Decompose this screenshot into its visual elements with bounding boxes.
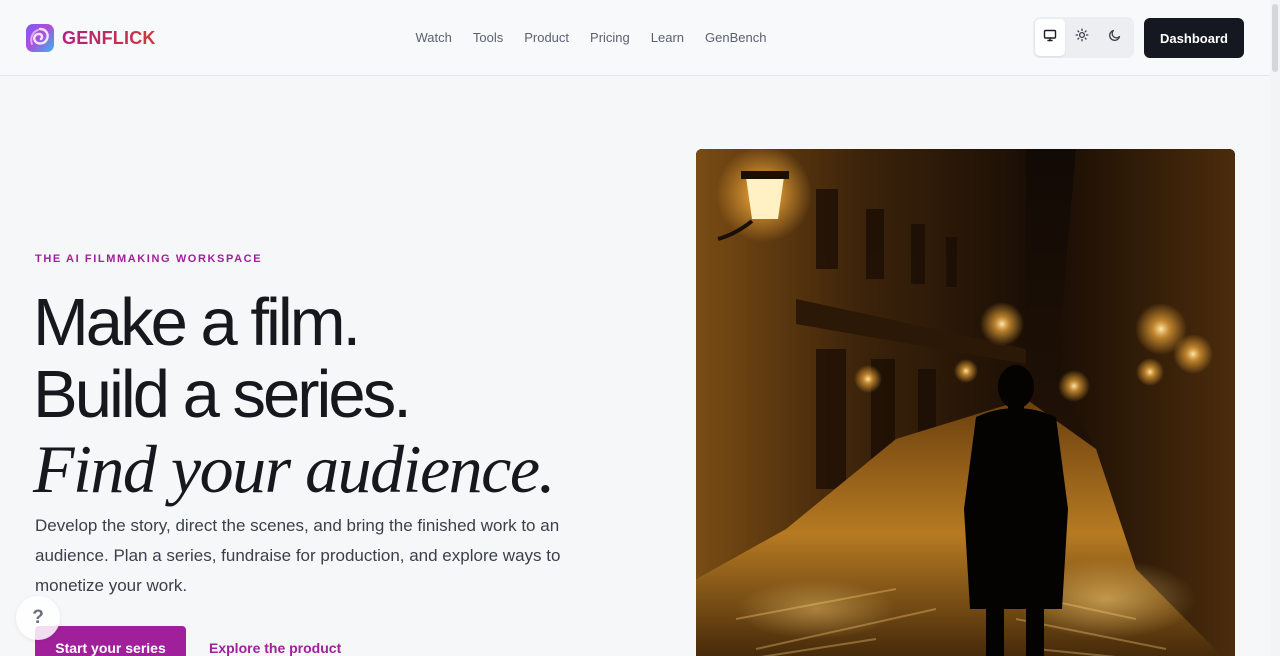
nav-link-learn[interactable]: Learn	[640, 29, 694, 46]
site-header: GENFLICK Watch Tools Product Pricing Lea…	[0, 0, 1280, 76]
start-series-button[interactable]: Start your series	[35, 626, 186, 656]
sun-icon	[1075, 28, 1089, 47]
hero-eyebrow: THE AI FILMMAKING WORKSPACE	[35, 253, 263, 265]
hero-headline: Make a film. Build a series. Find your a…	[33, 285, 556, 509]
explore-product-link[interactable]: Explore the product	[209, 640, 341, 656]
headline-line-2: Build a series.	[33, 357, 412, 432]
nav-link-product[interactable]: Product	[514, 29, 580, 46]
theme-system-button[interactable]	[1035, 19, 1066, 56]
monitor-icon	[1043, 28, 1057, 47]
nav-link-tools[interactable]: Tools	[462, 29, 513, 46]
theme-toggle	[1033, 17, 1134, 58]
nav-link-genbench[interactable]: GenBench	[695, 29, 777, 46]
nav-link-pricing[interactable]: Pricing	[580, 29, 641, 46]
page-scrollbar[interactable]	[1270, 0, 1280, 656]
main-nav: Watch Tools Product Pricing Learn GenBen…	[405, 29, 777, 46]
dashboard-button[interactable]: Dashboard	[1144, 18, 1244, 58]
swirl-logo-icon	[26, 24, 54, 52]
hero-description: Develop the story, direct the scenes, an…	[35, 516, 561, 595]
headline-line-1: Make a film.	[33, 285, 361, 360]
help-button[interactable]: ?	[16, 596, 60, 640]
theme-light-button[interactable]	[1067, 19, 1097, 56]
theme-dark-button[interactable]	[1100, 19, 1130, 56]
brand-name: GENFLICK	[62, 27, 156, 48]
headline-line-3: Find your audience.	[33, 431, 556, 507]
brand-logo[interactable]: GENFLICK	[26, 24, 156, 52]
hero-image	[696, 149, 1235, 656]
moon-icon	[1108, 28, 1122, 47]
nav-link-watch[interactable]: Watch	[405, 29, 462, 46]
scrollbar-thumb[interactable]	[1272, 4, 1278, 72]
